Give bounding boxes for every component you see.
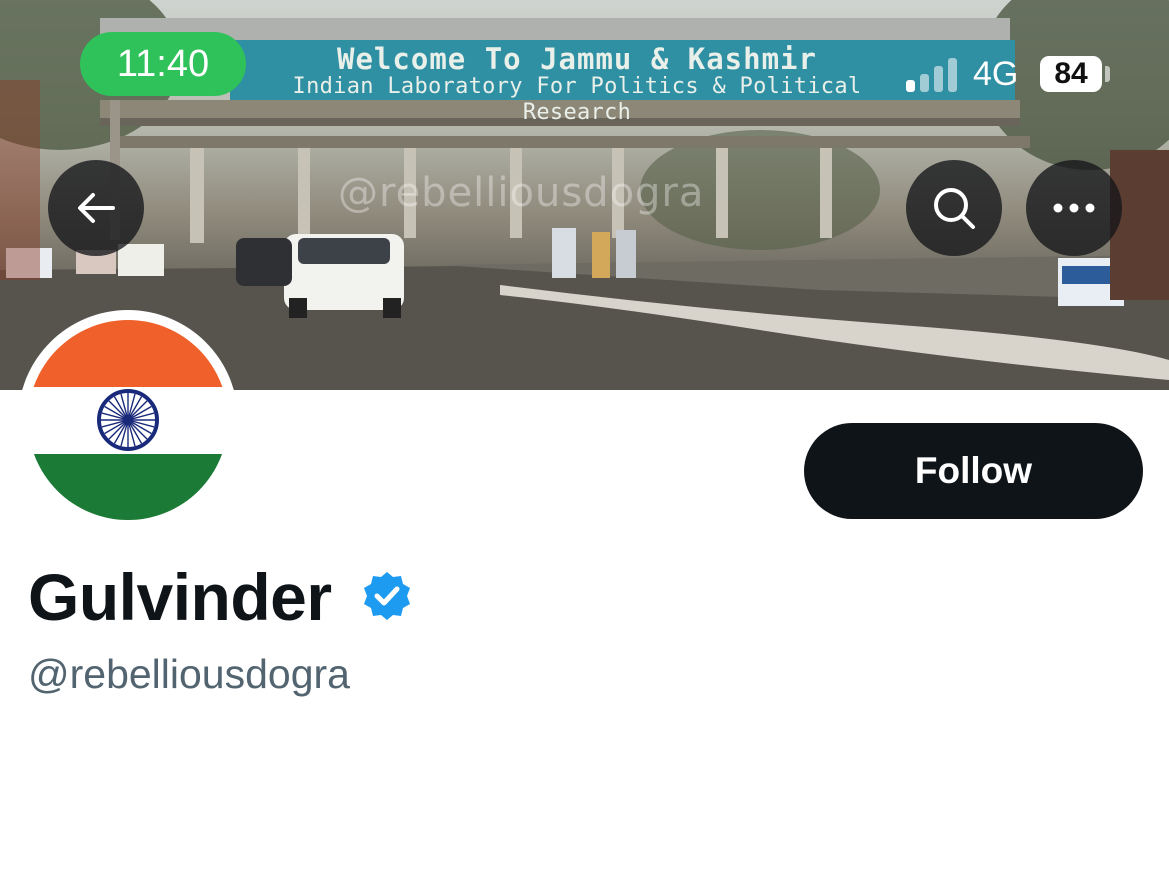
cellular-signal-icon [906, 56, 960, 92]
display-name: Gulvinder [28, 560, 332, 634]
gate-sign-subtitle: Indian Laboratory For Politics & Politic… [292, 74, 862, 125]
gate-sign: Welcome To Jammu & Kashmir Indian Labora… [232, 44, 922, 126]
arrow-left-icon [78, 193, 115, 223]
battery-cap [1105, 66, 1110, 82]
search-button[interactable] [906, 160, 1002, 256]
gate-sign-title: Welcome To Jammu & Kashmir [337, 42, 817, 76]
verified-badge-icon[interactable] [361, 570, 413, 622]
more-horizontal-icon [1053, 203, 1095, 213]
more-options-button[interactable] [1026, 160, 1122, 256]
india-flag-avatar [28, 320, 228, 520]
banner-watermark: @rebelliousdogra [338, 170, 705, 216]
network-type: 4G [973, 55, 1019, 93]
profile-screen: Welcome To Jammu & Kashmir Indian Labora… [0, 0, 1169, 886]
battery-icon: 84 [1040, 56, 1102, 92]
back-button[interactable] [48, 160, 144, 256]
user-handle: @rebelliousdogra [28, 651, 350, 697]
follow-button[interactable]: Follow [804, 423, 1143, 519]
ashoka-chakra-icon [97, 389, 159, 451]
status-time: 11:40 [80, 32, 246, 96]
search-icon [934, 188, 975, 229]
avatar[interactable] [18, 310, 238, 530]
